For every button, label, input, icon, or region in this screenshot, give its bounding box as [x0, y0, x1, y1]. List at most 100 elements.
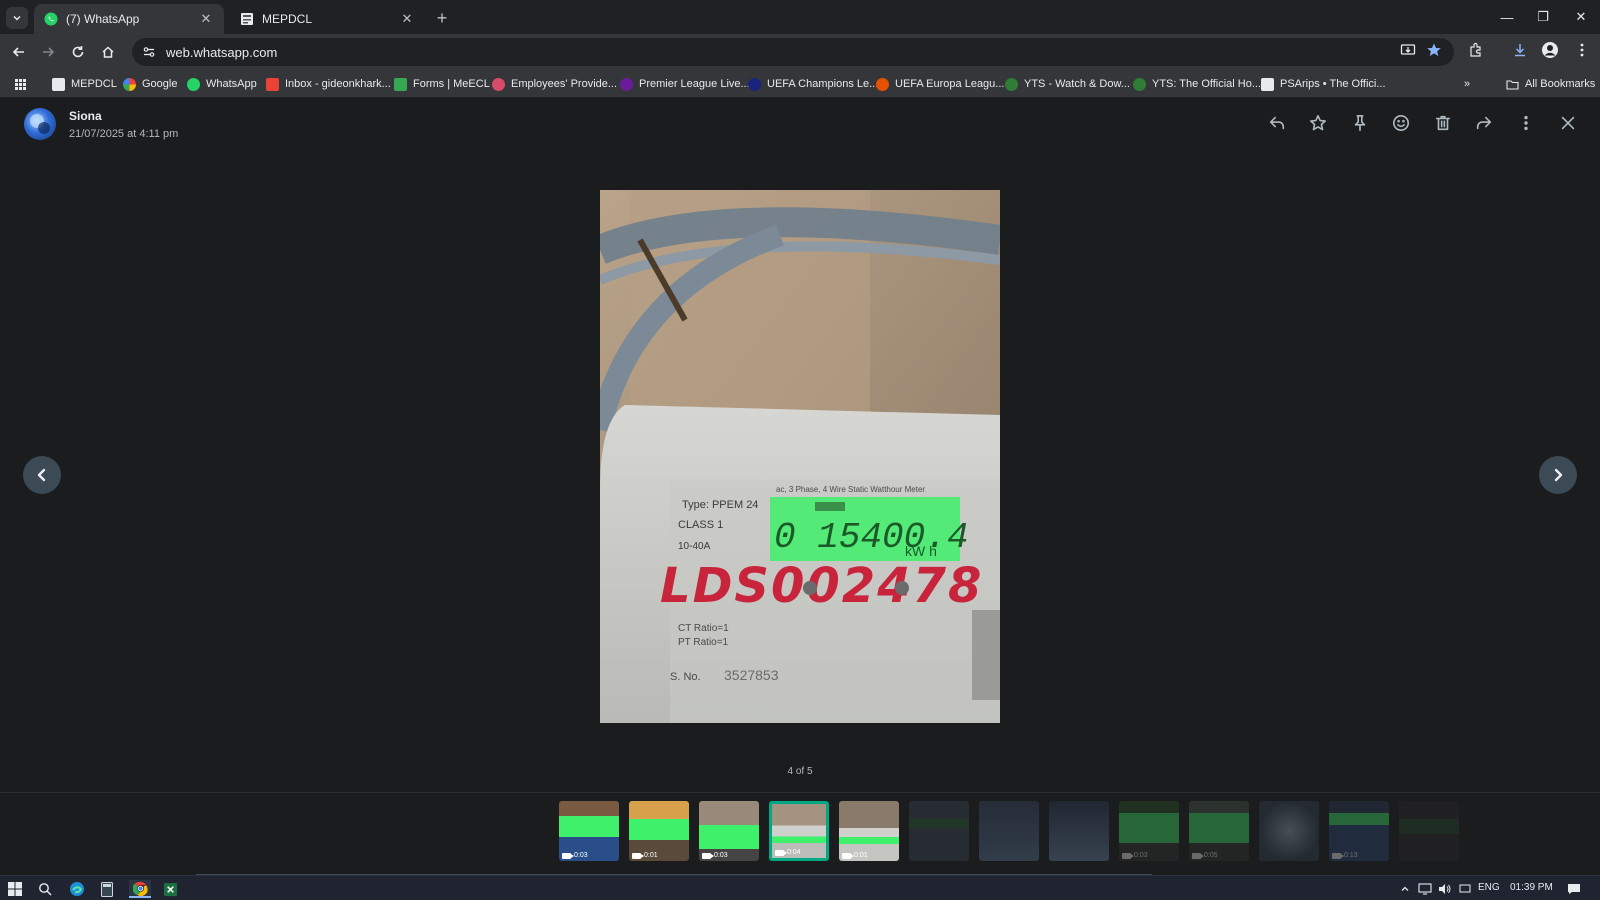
meter-type-text: Type: PPEM 24 — [682, 499, 758, 511]
bookmark-ucl[interactable]: UEFA Champions Le... — [748, 75, 878, 93]
network-icon[interactable] — [1416, 880, 1434, 898]
bookmark-label: YTS: The Official Ho... — [1152, 78, 1262, 90]
bookmark-label: YTS - Watch & Dow... — [1024, 78, 1130, 90]
close-icon[interactable]: ✕ — [399, 11, 415, 27]
apps-grid-icon[interactable] — [14, 75, 27, 93]
bookmark-forms[interactable]: Forms | MeECL — [394, 75, 490, 93]
close-viewer-icon[interactable] — [1557, 112, 1579, 134]
excel-icon[interactable] — [161, 880, 179, 898]
thumbnail-duration: 0:03 — [1134, 852, 1148, 859]
video-camera-icon — [632, 852, 644, 859]
thumbnail[interactable]: 0:13 — [1329, 801, 1389, 861]
thumbnail-duration: 0:01 — [644, 852, 658, 859]
bookmark-mepdcl[interactable]: MEPDCL — [52, 75, 117, 93]
thumbnail[interactable]: 0:01 — [839, 801, 899, 861]
delete-icon[interactable] — [1432, 112, 1454, 134]
thumbnail[interactable] — [979, 801, 1039, 861]
back-icon[interactable] — [8, 41, 30, 63]
download-icon[interactable] — [1510, 40, 1530, 60]
tab-title: (7) WhatsApp — [66, 12, 140, 26]
ct-ratio-text: CT Ratio=1 — [678, 623, 729, 634]
lcd-reading-text: 0 15400.4 — [774, 517, 968, 558]
browser-menu-icon[interactable] — [1572, 40, 1592, 60]
extensions-icon[interactable] — [1466, 40, 1486, 60]
url-text: web.whatsapp.com — [166, 44, 278, 60]
bookmark-epfo[interactable]: Employees' Provide... — [492, 75, 617, 93]
forms-icon — [394, 77, 407, 91]
bookmark-label: MEPDCL — [71, 78, 117, 90]
media-photo: Type: PPEM 24 CLASS 1 10-40A ac, 3 Phase… — [600, 190, 1000, 723]
star-icon[interactable] — [1307, 112, 1329, 134]
taskbar-clock[interactable]: 01:39 PM — [1510, 882, 1553, 893]
ucl-icon — [748, 77, 761, 91]
emoji-react-icon[interactable] — [1390, 112, 1412, 134]
install-app-icon[interactable] — [1398, 40, 1418, 60]
meter-header-text: ac, 3 Phase, 4 Wire Static Watthour Mete… — [776, 485, 925, 494]
forward-message-icon[interactable] — [1473, 112, 1495, 134]
thumbnail[interactable]: 0:05 — [1189, 801, 1249, 861]
thumbnail[interactable]: 0:03 — [559, 801, 619, 861]
chevron-right-icon — [1554, 468, 1563, 482]
sender-name[interactable]: Siona — [69, 109, 102, 123]
avatar[interactable] — [24, 108, 56, 140]
bookmark-psarips[interactable]: PSArips • The Offici... — [1261, 75, 1386, 93]
bookmark-star-icon[interactable] — [1424, 40, 1444, 60]
tab-mepdcl[interactable]: MEPDCL ✕ — [230, 4, 425, 34]
pin-icon[interactable] — [1349, 112, 1371, 134]
premier-league-icon — [620, 77, 633, 91]
thumbnail[interactable]: 0:03 — [699, 801, 759, 861]
home-icon[interactable] — [97, 41, 119, 63]
forward-icon[interactable] — [37, 41, 59, 63]
search-icon[interactable] — [36, 880, 54, 898]
thumbnail-selected[interactable]: 0:04 — [769, 801, 829, 861]
thumbnail[interactable] — [1259, 801, 1319, 861]
next-media-button[interactable] — [1539, 456, 1577, 494]
bookmarks-overflow-icon[interactable]: » — [1464, 75, 1470, 93]
thumbnail[interactable]: 0:01 — [629, 801, 689, 861]
display-icon[interactable] — [1456, 880, 1474, 898]
tray-chevron-up-icon[interactable] — [1396, 880, 1414, 898]
thumbnail[interactable] — [1049, 801, 1109, 861]
thumbnail-duration: 0:03 — [574, 852, 588, 859]
thumbnail[interactable] — [909, 801, 969, 861]
volume-icon[interactable] — [1436, 880, 1454, 898]
all-bookmarks-button[interactable]: All Bookmarks — [1506, 75, 1595, 93]
window-close-icon[interactable]: ✕ — [1570, 6, 1592, 28]
bookmark-uel[interactable]: UEFA Europa Leagu... — [876, 75, 1004, 93]
tab-whatsapp[interactable]: (7) WhatsApp ✕ — [34, 4, 224, 34]
browser-tabstrip: (7) WhatsApp ✕ MEPDCL ✕ + — ❐ ✕ — [0, 0, 1600, 34]
language-indicator[interactable]: ENG — [1478, 882, 1500, 893]
previous-media-button[interactable] — [23, 456, 61, 494]
thumbnail[interactable] — [1399, 801, 1459, 861]
bookmark-premier-league[interactable]: Premier League Live... — [620, 75, 750, 93]
bookmark-gmail[interactable]: Inbox - gideonkhark... — [266, 75, 391, 93]
new-tab-button[interactable]: + — [432, 8, 452, 28]
folder-icon — [1506, 79, 1519, 90]
bookmark-yts-2[interactable]: YTS: The Official Ho... — [1133, 75, 1261, 93]
tab-search-button[interactable] — [6, 7, 28, 29]
video-camera-icon — [842, 852, 854, 859]
minimize-icon[interactable]: — — [1496, 6, 1518, 28]
restore-icon[interactable]: ❐ — [1532, 6, 1554, 28]
bookmark-google[interactable]: Google — [123, 75, 177, 93]
media-counter: 4 of 5 — [787, 766, 813, 777]
bookmark-yts-1[interactable]: YTS - Watch & Dow... — [1005, 75, 1130, 93]
address-bar[interactable]: web.whatsapp.com — [132, 38, 1454, 66]
reload-icon[interactable] — [67, 41, 89, 63]
bookmark-whatsapp[interactable]: WhatsApp — [187, 75, 257, 93]
close-icon[interactable]: ✕ — [198, 11, 214, 27]
reply-icon[interactable] — [1266, 112, 1288, 134]
profile-avatar-icon[interactable] — [1540, 40, 1560, 60]
windows-start-icon[interactable] — [6, 880, 24, 898]
serial-label-text: S. No. — [670, 671, 701, 683]
thumbnail-duration: 0:03 — [714, 852, 728, 859]
edge-icon[interactable] — [68, 880, 86, 898]
thumbnail[interactable]: 0:03 — [1119, 801, 1179, 861]
more-options-icon[interactable] — [1515, 112, 1537, 134]
chrome-icon[interactable] — [129, 880, 151, 898]
bookmark-label: UEFA Europa Leagu... — [895, 78, 1005, 90]
site-info-icon[interactable] — [142, 45, 156, 59]
notifications-icon[interactable] — [1565, 880, 1583, 898]
calculator-icon[interactable] — [98, 880, 116, 898]
video-camera-icon — [1332, 852, 1344, 859]
